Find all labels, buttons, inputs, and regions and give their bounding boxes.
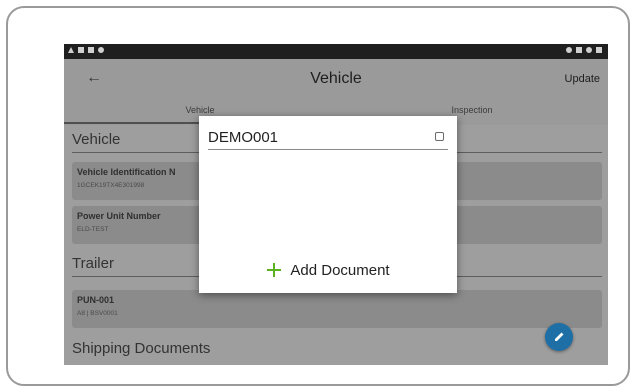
document-checkbox[interactable] [435,132,444,141]
status-bar [64,44,608,59]
device-frame: ← Vehicle Update Vehicle Inspection Vehi… [6,6,630,386]
card-label: PUN-001 [77,295,115,305]
warning-icon [68,47,74,53]
document-dialog: DEMO001 Add Document [199,116,457,293]
update-button[interactable]: Update [565,73,600,85]
tab-vehicle[interactable]: Vehicle [64,105,336,115]
card-trailer[interactable]: PUN-001 A8 | BSV0001 [72,290,602,328]
battery-icon [596,47,602,53]
app-bar: ← Vehicle Update [64,59,608,101]
document-row[interactable]: DEMO001 [208,126,448,150]
card-value: ELD-TEST [77,226,109,233]
section-title-trailer: Trailer [72,255,114,272]
card-value: 1GCEK19TX4E301998 [77,182,145,189]
nfc-icon [88,47,94,53]
document-name: DEMO001 [208,129,279,146]
page-title: Vehicle [310,70,362,87]
section-title-vehicle: Vehicle [72,131,121,148]
sync-icon [98,47,104,53]
add-document-label: Add Document [290,261,390,279]
wifi-icon [586,47,592,53]
notification-icon [78,47,84,53]
tab-inspection[interactable]: Inspection [336,105,608,115]
card-label: Vehicle Identification N [77,167,176,177]
card-label: Power Unit Number [77,211,161,221]
add-document-button[interactable]: Add Document [199,258,457,282]
section-title-shipping: Shipping Documents [72,340,211,357]
plus-icon [266,262,282,278]
vibrate-icon [576,47,582,53]
edit-pencil-icon [555,332,564,341]
location-icon [566,47,572,53]
edit-fab-button[interactable] [545,323,573,351]
card-value: A8 | BSV0001 [77,310,118,317]
